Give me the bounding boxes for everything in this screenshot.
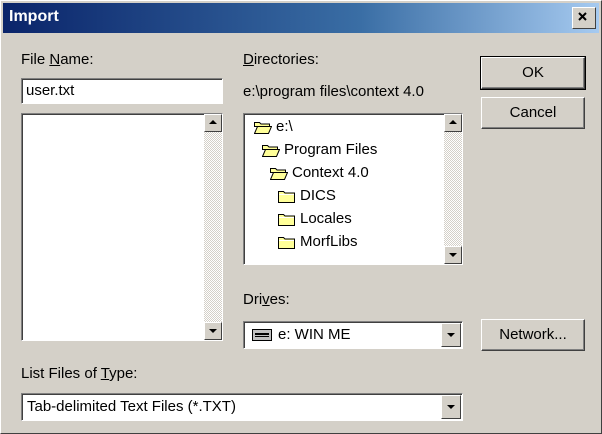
- down-arrow-icon: [209, 329, 217, 333]
- down-arrow-icon: [449, 253, 457, 257]
- drive-icon: [252, 329, 272, 341]
- open-folder-icon: [254, 122, 272, 134]
- ok-button[interactable]: OK: [480, 56, 586, 90]
- scroll-down-button[interactable]: [204, 322, 222, 340]
- open-folder-icon: [270, 168, 288, 180]
- folder-icon: [278, 191, 295, 203]
- directory-scrollbar[interactable]: [444, 114, 462, 264]
- drives-label: Drives:: [243, 291, 290, 308]
- chevron-down-icon: [447, 333, 455, 337]
- file-list[interactable]: [21, 113, 223, 341]
- file-name-input[interactable]: user.txt: [21, 78, 223, 104]
- open-folder-icon: [262, 145, 280, 157]
- folder-icon: [278, 237, 295, 249]
- file-type-select[interactable]: Tab-delimited Text Files (*.TXT): [21, 393, 463, 421]
- directory-list[interactable]: e:\ Program Files Context 4.0 DICS Locales Mo…: [243, 113, 463, 265]
- file-name-value: user.txt: [26, 82, 75, 99]
- directory-item-label: DICS: [300, 187, 336, 204]
- file-name-label: File Name:: [21, 51, 94, 68]
- close-icon: [578, 12, 587, 21]
- directories-label: Directories:: [243, 51, 319, 68]
- network-button[interactable]: Network...: [481, 319, 585, 351]
- current-directory-path: e:\program files\context 4.0: [243, 83, 424, 100]
- window-title: Import: [9, 8, 59, 25]
- directory-item-label: Program Files: [284, 141, 378, 158]
- close-button[interactable]: [572, 7, 596, 29]
- file-type-dropdown-button[interactable]: [441, 395, 461, 419]
- import-dialog: Import File Name: user.txt Directories: …: [0, 0, 602, 434]
- drives-value: e: WIN ME: [278, 326, 351, 343]
- directory-item-label: Context 4.0: [292, 164, 369, 181]
- directory-item-label: MorfLibs: [300, 233, 358, 250]
- up-arrow-icon: [209, 120, 217, 124]
- scroll-up-button[interactable]: [204, 114, 222, 132]
- chevron-down-icon: [447, 405, 455, 409]
- directory-item-label: Locales: [300, 210, 352, 227]
- dir-scroll-down-button[interactable]: [444, 246, 462, 264]
- drives-dropdown-button[interactable]: [441, 323, 461, 347]
- file-type-value: Tab-delimited Text Files (*.TXT): [27, 398, 236, 415]
- folder-icon: [278, 214, 295, 226]
- title-bar: Import: [3, 3, 599, 33]
- directory-item-label: e:\: [276, 118, 293, 135]
- dir-scroll-up-button[interactable]: [444, 114, 462, 132]
- cancel-button[interactable]: Cancel: [481, 97, 585, 129]
- up-arrow-icon: [449, 120, 457, 124]
- file-type-label: List Files of Type:: [21, 365, 138, 382]
- drives-select[interactable]: e: WIN ME: [243, 321, 463, 349]
- file-list-scrollbar[interactable]: [204, 114, 222, 340]
